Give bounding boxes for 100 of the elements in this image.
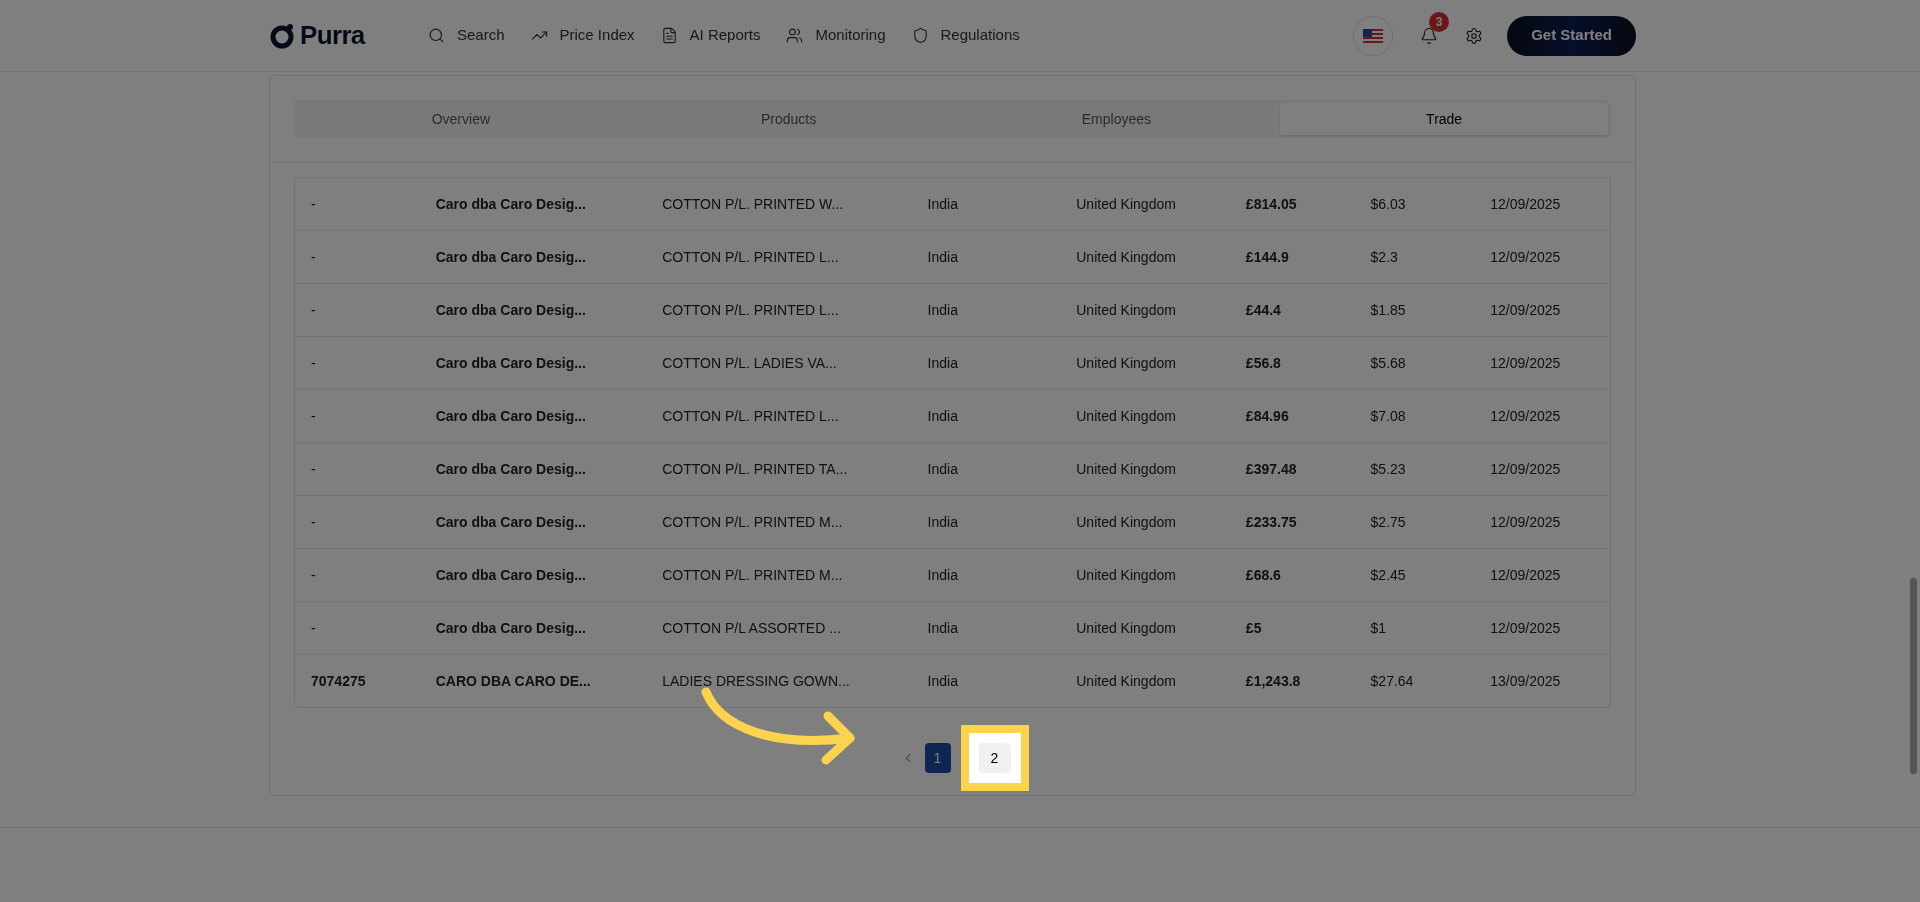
- table-cell-text: COTTON P/L. LADIES VA...: [662, 353, 838, 373]
- table-cell-text: £397.48: [1245, 459, 1298, 479]
- table-cell-text: COTTON P/L. PRINTED L...: [662, 406, 840, 426]
- table-cell-text: £5: [1245, 618, 1263, 638]
- table-cell-text: India: [927, 194, 959, 214]
- table-cell-text: COTTON P/L ASSORTED ...: [662, 618, 842, 638]
- table-cell-text: 12/09/2025: [1490, 194, 1562, 214]
- nav-link[interactable]: Regulations: [911, 24, 1020, 47]
- table-cell-text: United Kingdom: [1076, 194, 1177, 214]
- table-cell-text: India: [927, 512, 959, 532]
- table-cell-text: £84.96: [1245, 406, 1290, 426]
- table-cell-text: Caro dba Caro Desig...: [435, 459, 587, 479]
- table-cell-text: -: [311, 459, 317, 479]
- table-cell-text: $2.75: [1370, 512, 1407, 532]
- notification-count: 3: [1429, 11, 1450, 32]
- table-cell-text: United Kingdom: [1076, 512, 1177, 532]
- table-cell-text: India: [927, 671, 959, 691]
- table-cell-text: India: [927, 247, 959, 267]
- table-cell-text: CARO DBA CARO DE...: [435, 671, 592, 691]
- table-cell-text: Caro dba Caro Desig...: [435, 247, 587, 267]
- table-cell-text: United Kingdom: [1076, 247, 1177, 267]
- table-cell-text: LADIES DRESSING GOWN...: [662, 671, 851, 691]
- table-cell-text: £814.05: [1245, 194, 1298, 214]
- table-cell-text: -: [311, 618, 317, 638]
- table-cell-text: 13/09/2025: [1490, 671, 1562, 691]
- table-cell-text: 12/09/2025: [1490, 406, 1562, 426]
- table-cell-text: £1,243.8: [1245, 671, 1302, 691]
- table-cell-text: $7.08: [1370, 406, 1407, 426]
- table-cell-text: £233.75: [1245, 512, 1298, 532]
- table-cell-text: 12/09/2025: [1490, 300, 1562, 320]
- table-cell-text: -: [311, 247, 317, 267]
- table-cell-text: 12/09/2025: [1490, 618, 1562, 638]
- tab[interactable]: Trade: [1280, 103, 1608, 135]
- table-cell-text: 12/09/2025: [1490, 512, 1562, 532]
- table-cell-text: $1.85: [1370, 300, 1407, 320]
- table-cell-text: Caro dba Caro Desig...: [435, 512, 587, 532]
- logo[interactable]: Purra: [300, 16, 365, 55]
- table-cell-text: United Kingdom: [1076, 671, 1177, 691]
- search-icon: [428, 27, 445, 44]
- table-cell-text: United Kingdom: [1076, 300, 1177, 320]
- table-cell-text: 12/09/2025: [1490, 565, 1562, 585]
- shield-icon: [911, 27, 929, 44]
- table-cell-text: India: [927, 459, 959, 479]
- table-cell-text: -: [311, 353, 317, 373]
- table-cell-text: Caro dba Caro Desig...: [435, 194, 587, 214]
- settings-icon[interactable]: [1465, 26, 1484, 45]
- people-icon: [786, 27, 804, 44]
- logo-mark-icon: [270, 22, 296, 49]
- flag-icon: [1363, 28, 1384, 43]
- tab[interactable]: Overview: [297, 103, 625, 135]
- get-started-button[interactable]: Get Started: [1507, 15, 1636, 56]
- table-cell-text: -: [311, 406, 317, 426]
- table-cell-text: 12/09/2025: [1490, 459, 1562, 479]
- table-cell-text: Caro dba Caro Desig...: [435, 618, 587, 638]
- table-cell-text: United Kingdom: [1076, 618, 1177, 638]
- table-cell-text: $2.45: [1370, 565, 1407, 585]
- table-cell-text: -: [311, 300, 317, 320]
- tab[interactable]: Employees: [952, 103, 1281, 135]
- table-cell-text: United Kingdom: [1076, 565, 1177, 585]
- table-cell-text: COTTON P/L. PRINTED L...: [662, 300, 840, 320]
- table-cell-text: Caro dba Caro Desig...: [435, 353, 587, 373]
- nav-link[interactable]: Monitoring: [786, 24, 886, 47]
- table-cell-text: India: [927, 353, 959, 373]
- table-cell-text: 7074275: [311, 671, 367, 691]
- table-cell-text: 12/09/2025: [1490, 247, 1562, 267]
- nav-link[interactable]: Search: [428, 24, 505, 47]
- table-cell-text: -: [311, 194, 317, 214]
- scrollbar-thumb[interactable]: [1910, 578, 1917, 774]
- page-button[interactable]: 2: [978, 743, 1011, 773]
- table-cell-text: India: [927, 300, 959, 320]
- document-icon: [660, 27, 678, 44]
- table-cell-text: Caro dba Caro Desig...: [435, 406, 587, 426]
- table-cell-text: COTTON P/L. PRINTED TA...: [662, 459, 849, 479]
- table-cell-text: £144.9: [1245, 247, 1290, 267]
- nav-link[interactable]: AI Reports: [660, 24, 761, 47]
- table-cell-text: India: [927, 406, 959, 426]
- table-cell-text: £56.8: [1245, 353, 1282, 373]
- table-cell-text: COTTON P/L. PRINTED M...: [662, 565, 844, 585]
- table-cell-text: $2.3: [1370, 247, 1399, 267]
- table-cell-text: Caro dba Caro Desig...: [435, 300, 587, 320]
- table-cell-text: -: [311, 512, 317, 532]
- table-cell-text: -: [311, 565, 317, 585]
- table-cell-text: $27.64: [1370, 671, 1415, 691]
- table-cell-text: United Kingdom: [1076, 353, 1177, 373]
- table-cell-text: $5.23: [1370, 459, 1407, 479]
- bell-icon: [1420, 26, 1439, 45]
- nav-link[interactable]: Price Index: [530, 24, 635, 47]
- table-cell-text: India: [927, 618, 959, 638]
- table-cell-text: $6.03: [1370, 194, 1407, 214]
- table-cell-text: United Kingdom: [1076, 406, 1177, 426]
- table-cell-text: COTTON P/L. PRINTED L...: [662, 247, 840, 267]
- page-button[interactable]: 1: [924, 743, 951, 773]
- table-cell-text: $1: [1370, 618, 1388, 638]
- table-cell-text: $5.68: [1370, 353, 1407, 373]
- table-cell-text: Caro dba Caro Desig...: [435, 565, 587, 585]
- table-cell-text: £44.4: [1245, 300, 1282, 320]
- table-cell-text: COTTON P/L. PRINTED M...: [662, 512, 844, 532]
- table-cell-text: United Kingdom: [1076, 459, 1177, 479]
- tab[interactable]: Products: [624, 103, 953, 135]
- table-cell-text: 12/09/2025: [1490, 353, 1562, 373]
